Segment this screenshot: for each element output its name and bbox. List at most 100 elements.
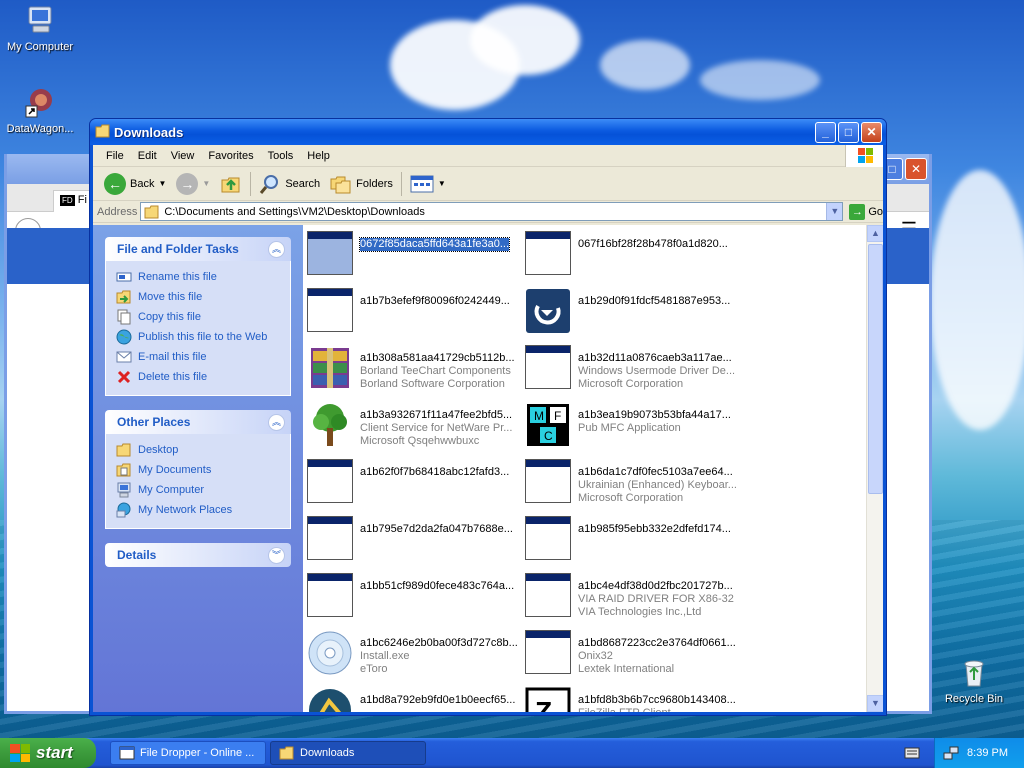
copy-icon: [117, 309, 131, 325]
address-value: C:\Documents and Settings\VM2\Desktop\Do…: [164, 205, 425, 218]
search-button[interactable]: Search: [254, 170, 325, 198]
go-label: Go: [868, 205, 883, 218]
file-name: a1b7b3efef9f80096f0242449...: [360, 295, 510, 307]
place-my-network-places[interactable]: My Network Places: [116, 500, 280, 520]
file-tile[interactable]: a1bd8a792eb9fd0e1b0eecf65...: [307, 687, 525, 712]
task-move-file[interactable]: Move this file: [116, 287, 280, 307]
maximize-button[interactable]: □: [838, 122, 859, 143]
details-header[interactable]: Details ︾: [105, 543, 291, 567]
file-name: a1b3ea19b9073b53bfa44a17...: [578, 409, 731, 421]
address-input[interactable]: C:\Documents and Settings\VM2\Desktop\Do…: [140, 202, 844, 221]
place-my-computer[interactable]: My Computer: [116, 480, 280, 500]
collapse-chevron-icon[interactable]: ︽: [268, 240, 285, 258]
explorer-content: File and Folder Tasks ︽ Rename this file…: [93, 225, 883, 712]
svg-text:Z: Z: [535, 696, 552, 712]
panel-title: Details: [117, 548, 157, 562]
scroll-down-button[interactable]: ▼: [867, 695, 883, 712]
file-tile[interactable]: a1b32d11a0876caeb3a117ae... Windows Userm…: [525, 345, 743, 394]
network-places-icon: [116, 502, 131, 518]
place-label: My Network Places: [138, 504, 233, 516]
place-desktop[interactable]: Desktop: [116, 440, 280, 460]
vertical-scrollbar[interactable]: ▲ ▼: [866, 225, 883, 712]
taskbar-item-file-dropper[interactable]: File Dropper - Online ...: [110, 741, 266, 765]
windows-logo: [845, 145, 883, 167]
file-tile[interactable]: a1bc6246e2b0ba00f3d727c8b... Install.exe e…: [307, 630, 525, 679]
place-my-documents[interactable]: My Documents: [116, 460, 280, 480]
file-folder-tasks-header[interactable]: File and Folder Tasks ︽: [105, 237, 291, 261]
file-name: a1bc4e4df38d0d2fbc201727b...: [578, 580, 733, 592]
file-tile[interactable]: 067f16bf28f28b478f0a1d820...: [525, 231, 743, 280]
other-places-header[interactable]: Other Places ︽: [105, 410, 291, 434]
forward-arrow-icon: →: [176, 172, 199, 195]
folders-button[interactable]: Folders: [325, 170, 398, 198]
start-button[interactable]: start: [0, 738, 96, 768]
expand-chevron-icon[interactable]: ︾: [268, 546, 285, 564]
menu-tools[interactable]: Tools: [261, 150, 301, 162]
task-email-file[interactable]: E-mail this file: [116, 347, 280, 367]
address-dropdown-icon[interactable]: ▼: [826, 203, 843, 220]
file-tile[interactable]: a1bc4e4df38d0d2fbc201727b... VIA RAID DRI…: [525, 573, 743, 622]
scroll-up-button[interactable]: ▲: [867, 225, 883, 242]
back-dropdown-icon[interactable]: ▼: [158, 179, 166, 188]
address-label: Address: [97, 205, 138, 218]
forward-dropdown-icon[interactable]: ▼: [202, 179, 210, 188]
menu-file[interactable]: File: [99, 150, 131, 162]
menu-favorites[interactable]: Favorites: [201, 150, 260, 162]
file-tile[interactable]: a1b7b3efef9f80096f0242449...: [307, 288, 525, 337]
file-info: 067f16bf28f28b478f0a1d820...: [578, 231, 743, 251]
address-folder-icon: [144, 205, 159, 218]
desktop-icon-recycle-bin[interactable]: Recycle Bin: [934, 656, 1014, 705]
file-tile[interactable]: a1b3a932671f11a47fee2bfd5... Client Servi…: [307, 402, 525, 451]
explorer-titlebar[interactable]: Downloads _ □ ✕: [90, 119, 886, 145]
back-button[interactable]: ← Back ▼: [99, 170, 171, 198]
task-publish-web[interactable]: Publish this file to the Web: [116, 327, 280, 347]
file-tile[interactable]: a1b985f95ebb332e2dfefd174...: [525, 516, 743, 565]
task-label: Move this file: [138, 291, 203, 303]
views-button[interactable]: ▼: [405, 170, 451, 198]
file-tile[interactable]: 0672f85daca5ffd643a1fe3a0...: [307, 231, 525, 280]
file-info: a1b29d0f91fdcf5481887e953...: [578, 288, 743, 308]
desktop-icon-label: My Computer: [6, 41, 74, 53]
my-computer-small-icon: [117, 482, 131, 498]
desktop-icon-datawagon[interactable]: DataWagon...: [0, 86, 80, 135]
file-tile[interactable]: Za1bfd8b3b6b7cc9680b143408...FileZilla F…: [525, 687, 743, 712]
network-tray-icon[interactable]: [943, 745, 959, 761]
task-label: Delete this file: [138, 371, 208, 383]
scroll-thumb[interactable]: [868, 244, 883, 494]
task-rename-file[interactable]: Rename this file: [116, 267, 280, 287]
background-close-button[interactable]: ✕: [905, 158, 927, 180]
task-delete-file[interactable]: Delete this file: [116, 367, 280, 387]
file-list-pane[interactable]: 0672f85daca5ffd643a1fe3a0... 067f16bf28f2…: [303, 225, 883, 712]
file-tile[interactable]: a1b29d0f91fdcf5481887e953...: [525, 288, 743, 337]
keyboard-icon[interactable]: [904, 746, 920, 760]
up-folder-button[interactable]: [215, 170, 247, 198]
file-tile[interactable]: a1bb51cf989d0fece483c764a...: [307, 573, 525, 622]
go-button[interactable]: → Go: [849, 203, 883, 220]
file-tile[interactable]: a1b795e7d2da2fa047b7688e...: [307, 516, 525, 565]
taskbar-item-label: Downloads: [300, 747, 355, 759]
file-tile[interactable]: a1b308a581aa41729cb5112b... Borland TeeCh…: [307, 345, 525, 394]
explorer-window[interactable]: Downloads _ □ ✕ File Edit View Favorites…: [89, 118, 887, 716]
taskbar-item-downloads[interactable]: Downloads: [270, 741, 426, 765]
file-tile[interactable]: a1b62f0f7b68418abc12fafd3...: [307, 459, 525, 508]
desktop-icon-my-computer[interactable]: My Computer: [0, 4, 80, 53]
taskbar-folder-icon: [279, 746, 294, 760]
collapse-chevron-icon[interactable]: ︽: [268, 413, 285, 431]
folders-icon: [330, 176, 351, 193]
file-tile[interactable]: a1b6da1c7df0fec5103a7ee64... Ukrainian (E…: [525, 459, 743, 508]
views-icon: [410, 175, 434, 192]
close-button[interactable]: ✕: [861, 122, 882, 143]
file-tile[interactable]: a1bd8687223cc2e3764df0661... Onix32 Lextek…: [525, 630, 743, 679]
search-icon: [260, 174, 279, 194]
file-tile[interactable]: M F Ca1b3ea19b9073b53bfa44a17... Pub MFC Ap…: [525, 402, 743, 451]
menu-edit[interactable]: Edit: [131, 150, 164, 162]
file-name: a1b6da1c7df0fec5103a7ee64...: [578, 466, 733, 478]
menu-help[interactable]: Help: [300, 150, 337, 162]
task-copy-file[interactable]: Copy this file: [116, 307, 280, 327]
menu-view[interactable]: View: [164, 150, 202, 162]
forward-button[interactable]: → ▼: [171, 170, 215, 198]
app-window-icon: [307, 573, 355, 619]
setup-arrow-icon: [525, 288, 573, 334]
minimize-button[interactable]: _: [815, 122, 836, 143]
back-label: Back: [130, 177, 155, 190]
